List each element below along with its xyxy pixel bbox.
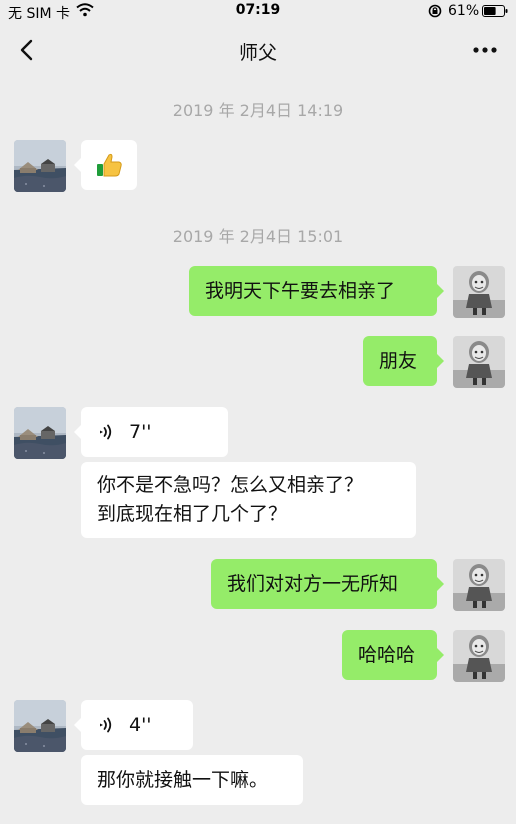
voice-message[interactable]: 4'' [74, 700, 193, 750]
chat-header: 师父 [0, 24, 516, 76]
message-bubble-incoming[interactable]: 你不是不急吗？怎么又相亲了？ 到底现在相了几个了？ [81, 462, 416, 538]
my-avatar[interactable] [453, 630, 505, 682]
voice-wave-icon [97, 423, 115, 441]
voice-wave-icon [97, 716, 115, 734]
my-avatar[interactable] [453, 336, 505, 388]
my-avatar[interactable] [453, 266, 505, 318]
message-bubble-incoming[interactable]: 那你就接触一下嘛。 [81, 755, 303, 805]
message-bubble-outgoing[interactable]: 朋友 [363, 336, 444, 386]
status-bar: 无 SIM 卡 07:19 61% [0, 0, 516, 24]
my-avatar[interactable] [453, 559, 505, 611]
message-line: 你不是不急吗？怎么又相亲了？ [97, 474, 364, 496]
chat-title: 师父 [238, 42, 277, 64]
more-options-icon[interactable] [470, 38, 500, 62]
contact-avatar[interactable] [14, 140, 66, 192]
message-line: 到底现在相了几个了？ [97, 503, 288, 525]
rotation-lock-icon [428, 4, 442, 18]
voice-duration: 4'' [129, 714, 152, 736]
voice-message[interactable]: 7'' [74, 407, 228, 457]
message-bubble-outgoing[interactable]: 哈哈哈 [342, 630, 444, 680]
timestamp: 2019 年 2月4日 15:01 [172, 227, 344, 246]
battery-icon [482, 5, 508, 17]
thumbs-up-icon [97, 153, 122, 177]
contact-avatar[interactable] [14, 700, 66, 752]
message-bubble-outgoing[interactable]: 我明天下午要去相亲了 [189, 266, 444, 316]
message-bubble-outgoing[interactable]: 我们对对方一无所知 [211, 559, 444, 609]
sticker-message[interactable] [74, 140, 137, 190]
timestamp: 2019 年 2月4日 14:19 [172, 101, 344, 120]
contact-avatar[interactable] [14, 407, 66, 459]
voice-duration: 7'' [129, 421, 152, 443]
battery-percent: 61% [448, 3, 480, 19]
